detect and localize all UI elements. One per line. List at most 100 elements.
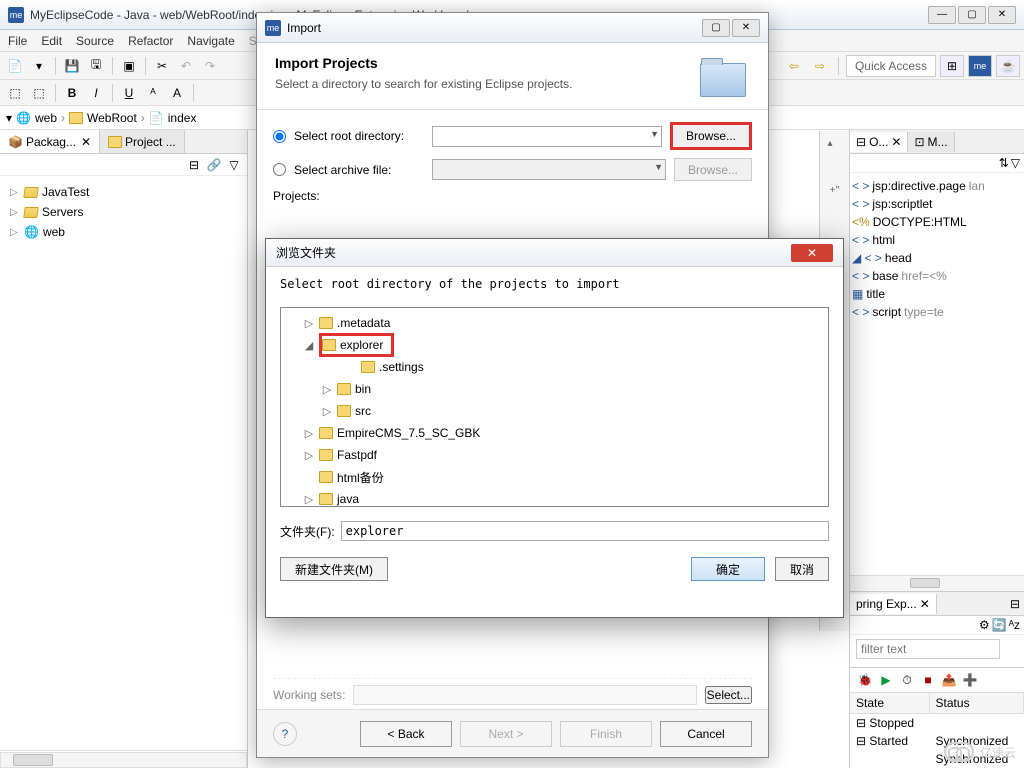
folder-tree-item[interactable]: html备份	[281, 466, 828, 488]
more-tabs-button[interactable]: ⊟	[1010, 597, 1020, 611]
myeclipse-perspective-button[interactable]: me	[968, 55, 992, 77]
outline-item[interactable]: ▦ title	[852, 285, 1022, 303]
horizontal-scrollbar[interactable]	[850, 575, 1024, 591]
redo-button[interactable]: ↷	[199, 55, 221, 77]
dialog-close-button[interactable]: ✕	[732, 19, 760, 37]
sort-button[interactable]: ⇅	[999, 156, 1009, 170]
filter-text-input[interactable]	[856, 639, 1000, 659]
crumb-web[interactable]: web	[35, 111, 57, 125]
outline-item[interactable]: < > html	[852, 231, 1022, 249]
filter-button[interactable]: ⚙	[979, 618, 990, 632]
tree-item-javatest[interactable]: ▷JavaTest	[4, 182, 243, 202]
outline-item[interactable]: < > script type=te	[852, 303, 1022, 321]
crop-icon[interactable]: ✂	[151, 55, 173, 77]
menu-navigate[interactable]: Navigate	[187, 34, 234, 48]
folder-tree-item[interactable]: ▷EmpireCMS_7.5_SC_GBK	[281, 422, 828, 444]
tab-minimap[interactable]: ⊡M...	[908, 132, 954, 152]
stop-button[interactable]: ■	[919, 671, 937, 689]
outline-item[interactable]: <% DOCTYPE:HTML	[852, 213, 1022, 231]
tab-outline[interactable]: ⊟O...✕	[850, 132, 908, 152]
run-button[interactable]: ▶	[877, 671, 895, 689]
save-all-button[interactable]: 🖫	[85, 55, 107, 77]
save-button[interactable]: 💾	[61, 55, 83, 77]
minimize-button[interactable]: —	[928, 6, 956, 24]
undo-button[interactable]: ↶	[175, 55, 197, 77]
new-folder-button[interactable]: 新建文件夹(M)	[280, 557, 388, 581]
refresh-button[interactable]: 🔄	[992, 618, 1007, 632]
italic-button[interactable]: I	[85, 82, 107, 104]
java-perspective-button[interactable]: ☕	[996, 55, 1020, 77]
maximize-button[interactable]: ▢	[958, 6, 986, 24]
server-row[interactable]: ⊟ Stopped	[850, 714, 1024, 732]
folder-tree-item[interactable]: ▷.metadata	[281, 312, 828, 334]
view-menu-button[interactable]: ▽	[225, 156, 243, 174]
folder-tree[interactable]: ▷.metadata◢explorer.settings▷bin▷src▷Emp…	[280, 307, 829, 507]
open-perspective-button[interactable]: ⊞	[940, 55, 964, 77]
dropdown-icon[interactable]: ▼	[650, 129, 659, 139]
server-row[interactable]: ⊟ StartedSynchronized	[850, 732, 1024, 750]
dialog-maximize-button[interactable]: ▢	[702, 19, 730, 37]
menu-refactor[interactable]: Refactor	[128, 34, 173, 48]
outline-item[interactable]: < > jsp:scriptlet	[852, 195, 1022, 213]
collapse-icon[interactable]: ▾	[6, 111, 12, 125]
underline-button[interactable]: U	[118, 82, 140, 104]
publish-button[interactable]: 📤	[940, 671, 958, 689]
style2-button[interactable]: ⬚	[28, 82, 50, 104]
horizontal-scrollbar[interactable]	[0, 752, 247, 768]
crumb-index[interactable]: index	[168, 111, 197, 125]
outline-item[interactable]: < > base href=<%	[852, 267, 1022, 285]
style-button[interactable]: ⬚	[4, 82, 26, 104]
large-button[interactable]: A	[166, 82, 188, 104]
col-status[interactable]: Status	[930, 693, 1024, 713]
debug-button[interactable]: 🐞	[856, 671, 874, 689]
profile-button[interactable]: ⏱	[898, 671, 916, 689]
help-button[interactable]: ?	[273, 722, 297, 746]
close-button[interactable]: ✕	[988, 6, 1016, 24]
folder-tree-item[interactable]: ▷java	[281, 488, 828, 507]
tree-item-servers[interactable]: ▷Servers	[4, 202, 243, 222]
radio-archive-file[interactable]	[273, 163, 286, 176]
collapse-all-button[interactable]: ⊟	[185, 156, 203, 174]
ok-button[interactable]: 确定	[691, 557, 765, 581]
package-tree[interactable]: ▷JavaTest ▷Servers ▷🌐web	[0, 176, 247, 248]
scroll-up-icon[interactable]: ▴	[822, 135, 838, 151]
menu-file[interactable]: File	[8, 34, 27, 48]
root-directory-input[interactable]: ▼	[432, 126, 662, 147]
tree-item-web[interactable]: ▷🌐web	[4, 222, 243, 242]
server-row[interactable]: Synchronized	[850, 750, 1024, 768]
view-menu-button[interactable]: ▽	[1011, 156, 1020, 170]
tab-package-explorer[interactable]: 📦Packag...✕	[0, 130, 100, 153]
outline-tree[interactable]: < > jsp:directive.page lan< > jsp:script…	[850, 173, 1024, 575]
browse-close-button[interactable]: ✕	[791, 244, 833, 262]
tab-spring-explorer[interactable]: pring Exp...✕	[850, 594, 937, 614]
quick-access-field[interactable]: Quick Access	[846, 55, 936, 77]
outline-item[interactable]: < > jsp:directive.page lan	[852, 177, 1022, 195]
crumb-webroot[interactable]: WebRoot	[87, 111, 137, 125]
browse-cancel-button[interactable]: 取消	[775, 557, 829, 581]
sort-az-button[interactable]: ᴬz	[1009, 618, 1020, 632]
nav-fwd-button[interactable]: ⇨	[809, 55, 831, 77]
small-button[interactable]: ᴬ	[142, 82, 164, 104]
col-state[interactable]: State	[850, 693, 930, 713]
new-button[interactable]: 📄	[4, 55, 26, 77]
cancel-button[interactable]: Cancel	[660, 721, 752, 747]
folder-tree-item[interactable]: .settings	[281, 356, 828, 378]
tab-project-explorer[interactable]: Project ...	[100, 130, 185, 153]
radio-root-directory[interactable]	[273, 130, 286, 143]
outline-item[interactable]: ◢ < > head	[852, 249, 1022, 267]
folder-tree-item[interactable]: ◢explorer	[281, 334, 828, 356]
add-button[interactable]: ➕	[961, 671, 979, 689]
menu-edit[interactable]: Edit	[41, 34, 62, 48]
folder-path-input[interactable]	[341, 521, 829, 541]
menu-source[interactable]: Source	[76, 34, 114, 48]
folder-tree-item[interactable]: ▷src	[281, 400, 828, 422]
browse-root-button[interactable]: Browse...	[670, 122, 752, 150]
back-button[interactable]: < Back	[360, 721, 452, 747]
dropdown-icon[interactable]: ▾	[28, 55, 50, 77]
link-with-editor-button[interactable]: 🔗	[205, 156, 223, 174]
nav-back-button[interactable]: ⇦	[783, 55, 805, 77]
toggle-button[interactable]: ▣	[118, 55, 140, 77]
folder-tree-item[interactable]: ▷bin	[281, 378, 828, 400]
folder-tree-item[interactable]: ▷Fastpdf	[281, 444, 828, 466]
bold-button[interactable]: B	[61, 82, 83, 104]
